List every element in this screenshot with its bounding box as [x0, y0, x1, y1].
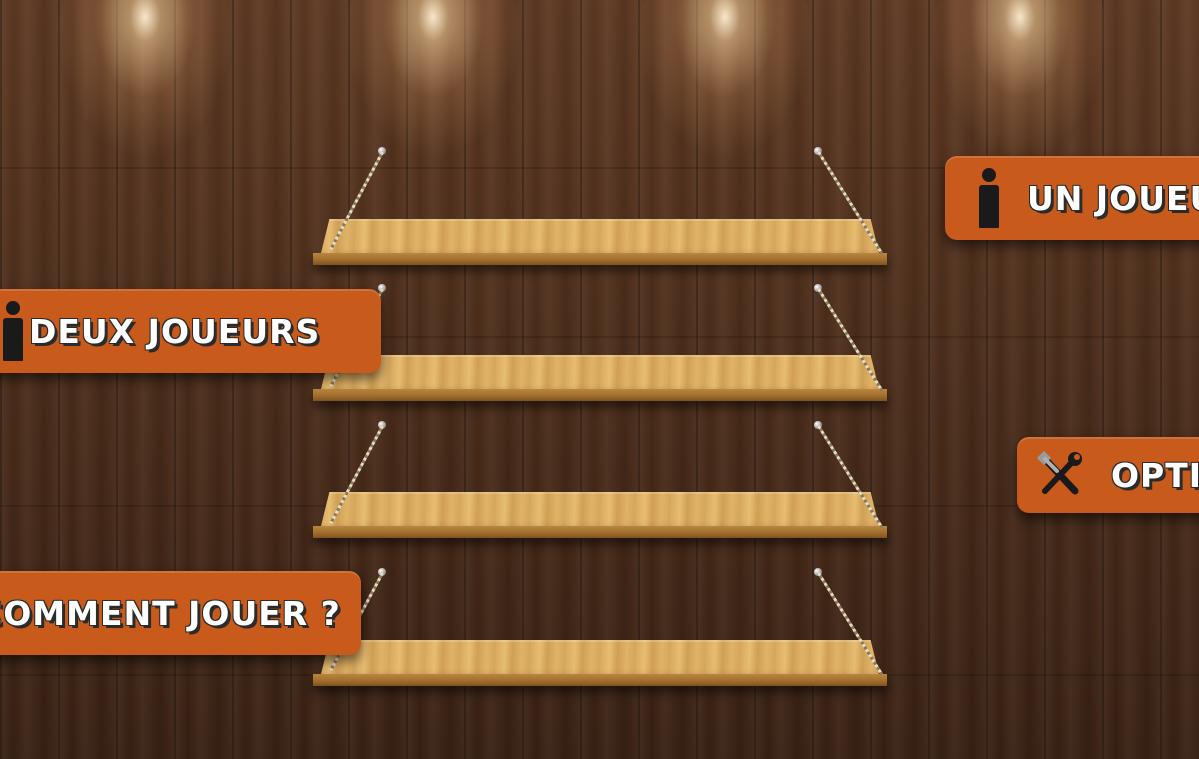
two-players-label: DEUX JOUEURS: [29, 311, 321, 351]
one-player-label: UN JOUEUR: [1027, 178, 1199, 218]
person-icon: [1, 301, 25, 361]
how-to-play-button[interactable]: COMMENT JOUER ?: [0, 571, 361, 655]
how-to-play-label: COMMENT JOUER ?: [0, 593, 341, 633]
wooden-shelf: [313, 219, 887, 267]
options-label: OPTIONS: [1111, 455, 1199, 495]
spotlight: [635, 0, 815, 160]
spotlight: [55, 0, 235, 160]
wooden-shelf: [313, 355, 887, 403]
spotlight: [930, 0, 1110, 160]
person-icon: [977, 168, 1001, 228]
spotlight: [343, 0, 523, 160]
game-menu-scene: UN JOUEUR DEUX JOUEURS OPTIONS COMMENT J…: [0, 0, 1199, 759]
wooden-shelf: [313, 640, 887, 688]
options-button[interactable]: OPTIONS: [1017, 437, 1199, 513]
tools-icon: [1036, 450, 1082, 495]
one-player-button[interactable]: UN JOUEUR: [945, 156, 1199, 240]
wooden-shelf: [313, 492, 887, 540]
two-players-button[interactable]: DEUX JOUEURS: [0, 289, 381, 373]
